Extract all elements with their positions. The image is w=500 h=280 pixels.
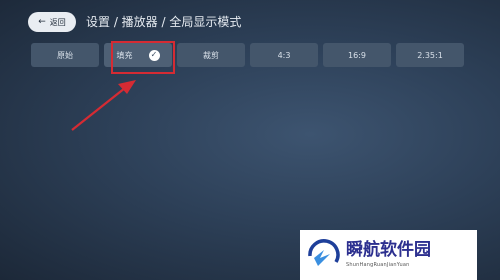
watermark-title: 瞬航软件园 [346,240,431,260]
watermark: 瞬航软件园 ShunHangRuanJianYuan [300,230,477,280]
watermark-subtitle: ShunHangRuanJianYuan [346,262,410,268]
watermark-logo-icon [308,239,340,266]
